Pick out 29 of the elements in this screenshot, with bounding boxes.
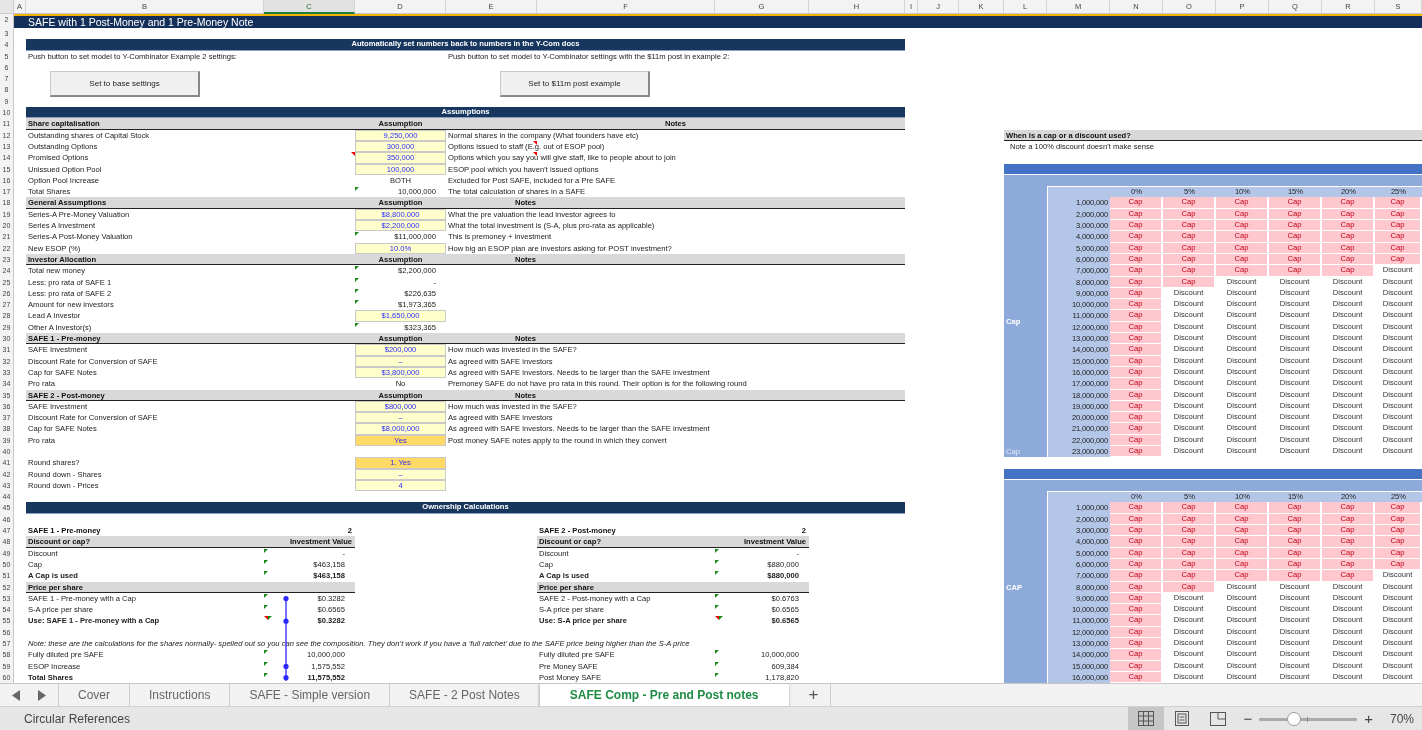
previous-sheet-icon[interactable]	[12, 689, 21, 701]
macro-button[interactable]: Set to $11m post example	[500, 71, 650, 98]
error-flag-icon	[264, 650, 268, 655]
error-flag-icon	[355, 322, 359, 327]
error-flag-icon	[355, 288, 359, 293]
error-flag-icon	[715, 661, 719, 666]
zoom-slider[interactable]	[1259, 711, 1358, 726]
next-sheet-icon[interactable]	[37, 689, 46, 701]
error-flag-icon	[355, 266, 359, 271]
status-text: Circular References	[23, 711, 131, 726]
error-flag-icon	[355, 187, 359, 192]
grid-icon	[1138, 711, 1155, 726]
page-break-icon	[1210, 711, 1227, 726]
view-button[interactable]	[1128, 707, 1165, 730]
error-flag-icon	[355, 277, 359, 282]
sheet-tab[interactable]: SAFE Comp - Pre and Post notes	[538, 684, 789, 706]
error-flag-icon	[355, 300, 359, 305]
zoom-level[interactable]: 70%	[1379, 711, 1422, 726]
error-flag-icon	[715, 672, 719, 677]
sheet-title: SAFE with 1 Post-Money and 1 Pre-Money Note	[14, 14, 1422, 28]
zoom-out-button[interactable]: −	[1236, 710, 1260, 727]
macro-button[interactable]: Set to base settings	[50, 71, 200, 98]
zoom-in-button[interactable]: +	[1357, 710, 1380, 727]
error-flag-icon	[355, 232, 359, 237]
slider-thumb[interactable]	[1286, 711, 1301, 726]
error-flag-icon	[264, 661, 268, 666]
page-icon	[1175, 711, 1190, 726]
error-flag-icon	[264, 672, 268, 677]
error-flag-icon	[715, 650, 719, 655]
